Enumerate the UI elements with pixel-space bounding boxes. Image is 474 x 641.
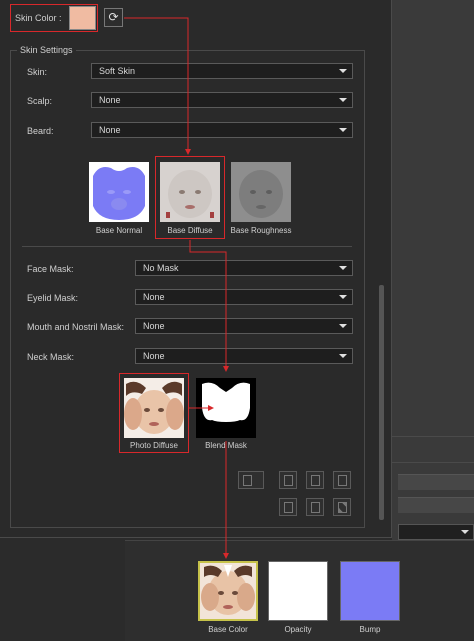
separator <box>392 462 474 463</box>
chevron-down-icon <box>339 98 347 102</box>
bump-label: Bump <box>359 625 381 634</box>
reset-skin-color-button[interactable]: ⟳ <box>104 8 123 27</box>
divider <box>22 246 352 247</box>
face-texture-icon <box>200 563 256 619</box>
checker-button[interactable] <box>333 498 351 516</box>
copy-icon <box>284 475 293 486</box>
scalp-value: None <box>99 95 121 105</box>
neck-mask-value: None <box>143 351 165 361</box>
refresh-icon: ⟳ <box>108 10 119 24</box>
base-color-thumbnail[interactable] <box>198 561 258 621</box>
face-mask-label: Face Mask: <box>27 264 74 274</box>
separator <box>392 436 474 437</box>
chevron-down-icon <box>339 324 347 328</box>
paste-button[interactable] <box>306 471 324 489</box>
beard-dropdown[interactable]: None <box>91 122 353 138</box>
chevron-down-icon <box>339 266 347 270</box>
base-normal-label: Base Normal <box>95 226 143 235</box>
swap-icon <box>311 502 320 513</box>
material-panel: Base Color Opacity Bump <box>125 540 474 641</box>
mouth-nostril-mask-dropdown[interactable]: None <box>135 318 353 334</box>
mouth-nostril-mask-value: None <box>143 321 165 331</box>
skin-settings-panel: Skin Color : ⟳ Skin Settings Skin: Soft … <box>0 0 392 538</box>
copy-button[interactable] <box>279 471 297 489</box>
chevron-down-icon <box>339 128 347 132</box>
base-roughness-label: Base Roughness <box>230 226 292 235</box>
chevron-down-icon <box>339 354 347 358</box>
photo-diffuse-highlight <box>119 373 189 453</box>
eyelid-mask-value: None <box>143 292 165 302</box>
eyelid-mask-dropdown[interactable]: None <box>135 289 353 305</box>
trash-icon <box>338 475 347 486</box>
beard-label: Beard: <box>27 126 54 136</box>
skin-color-row: Skin Color : <box>10 4 98 32</box>
background-dropdown[interactable] <box>398 524 474 540</box>
skin-color-swatch[interactable] <box>69 6 96 30</box>
chevron-down-icon <box>339 69 347 73</box>
skin-label: Skin: <box>27 67 48 77</box>
skin-color-label: Skin Color : <box>15 13 62 23</box>
skin-dropdown[interactable]: Soft Skin <box>91 63 353 79</box>
save-icon <box>243 475 252 486</box>
chevron-down-icon <box>339 295 347 299</box>
background-field[interactable] <box>398 497 474 513</box>
delete-button[interactable] <box>333 471 351 489</box>
checker-icon <box>338 502 347 513</box>
blend-mask-thumbnail[interactable] <box>196 378 256 438</box>
grid-button[interactable] <box>279 498 297 516</box>
eyelid-mask-label: Eyelid Mask: <box>27 293 79 303</box>
roughness-map-icon <box>231 162 291 222</box>
grid-icon <box>284 502 293 513</box>
chevron-down-icon <box>461 530 469 534</box>
base-normal-thumbnail[interactable] <box>89 162 149 222</box>
opacity-label: Opacity <box>284 625 312 634</box>
scalp-label: Scalp: <box>27 96 53 106</box>
beard-value: None <box>99 125 121 135</box>
neck-mask-label: Neck Mask: <box>27 352 75 362</box>
group-title: Skin Settings <box>17 45 76 55</box>
blend-mask-icon <box>196 378 256 438</box>
paste-icon <box>311 475 320 486</box>
blend-mask-label: Blend Mask <box>205 441 247 450</box>
scrollbar[interactable] <box>379 285 384 520</box>
bump-thumbnail[interactable] <box>340 561 400 621</box>
save-dropdown-button[interactable] <box>238 471 264 489</box>
mouth-nostril-mask-label: Mouth and Nostril Mask: <box>27 322 125 332</box>
base-roughness-thumbnail[interactable] <box>231 162 291 222</box>
normal-map-icon <box>89 162 149 222</box>
swap-button[interactable] <box>306 498 324 516</box>
face-mask-dropdown[interactable]: No Mask <box>135 260 353 276</box>
base-diffuse-highlight <box>155 156 225 239</box>
base-color-label: Base Color <box>208 625 248 634</box>
neck-mask-dropdown[interactable]: None <box>135 348 353 364</box>
opacity-thumbnail[interactable] <box>268 561 328 621</box>
skin-value: Soft Skin <box>99 66 136 76</box>
background-field[interactable] <box>398 474 474 490</box>
face-mask-value: No Mask <box>143 263 179 273</box>
scalp-dropdown[interactable]: None <box>91 92 353 108</box>
